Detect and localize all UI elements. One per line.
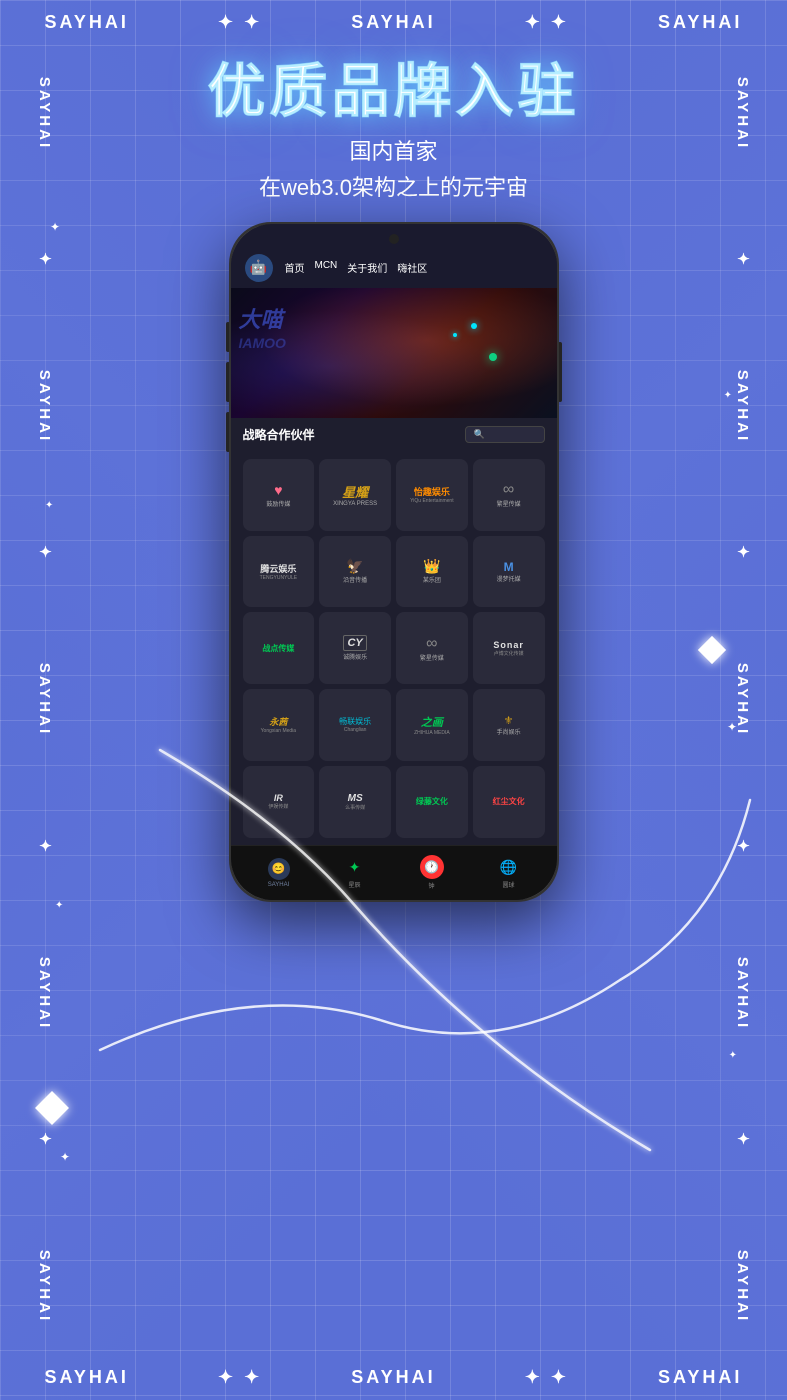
brand-card-16[interactable]: IR 伊娱传媒: [243, 766, 315, 838]
brand-card-13[interactable]: 畅联娱乐 Changlian: [319, 689, 391, 761]
sayhai-label-top-2: SAYHAI: [351, 12, 435, 33]
brand-card-14[interactable]: 之画 ZHIHUA MEDIA: [396, 689, 468, 761]
star-right-4: ✦: [733, 1132, 751, 1148]
phone-screen-content: 🤖 首页 MCN 关于我们 嗨社区 大喵: [231, 224, 557, 845]
bottom-nav-star-label: 星辰: [348, 880, 360, 889]
partner-section: 战略合作伙伴 🔍: [231, 418, 557, 459]
star-deco-1: ✦ ✦: [218, 12, 262, 33]
bottom-nav-star-icon: ✦: [344, 856, 366, 878]
partner-header: 战略合作伙伴 🔍: [243, 426, 545, 443]
phone-bottom-nav: 😊 SAYHAI ✦ 星辰 🕐 钟: [231, 845, 557, 900]
deco-star-2: ✦: [724, 390, 732, 401]
brand-card-12[interactable]: 永茜 Yongxian Media: [243, 689, 315, 761]
sayhai-right-2: SAYHAI: [734, 370, 751, 443]
star-left-3: ✦: [36, 839, 54, 855]
page-title: 优质品牌入驻: [207, 60, 579, 124]
deco-star-1: ✦: [50, 220, 60, 234]
sayhai-left-1: SAYHAI: [36, 76, 53, 149]
nav-logo: 🤖: [245, 254, 273, 282]
brand-card-6[interactable]: 🦅 沿音传播: [319, 536, 391, 608]
nav-about[interactable]: 关于我们: [347, 260, 387, 275]
brand-card-sonar[interactable]: Sonar 卢博文化传媒: [473, 612, 545, 684]
phone-hero-image: 大喵 IAMOO: [231, 288, 557, 418]
sayhai-top-strip: SAYHAI ✦ ✦ SAYHAI ✦ ✦ SAYHAI: [0, 0, 787, 45]
brand-card-2[interactable]: 星耀 XINGYA PRESS: [319, 459, 391, 531]
sayhai-bottom-strip: SAYHAI ✦ ✦ SAYHAI ✦ ✦ SAYHAI: [0, 1355, 787, 1400]
nav-links: 首页 MCN 关于我们 嗨社区: [285, 260, 428, 275]
deco-star-4: ✦: [727, 720, 737, 734]
brand-card-15[interactable]: ⚜ 手尚娱乐: [473, 689, 545, 761]
partner-title: 战略合作伙伴: [243, 426, 315, 443]
brand-grid: ♥ 鼓励传媒 星耀 XINGYA PRESS: [231, 459, 557, 845]
deco-star-5: ✦: [55, 900, 63, 911]
bottom-nav-sayhai-label: SAYHAI: [268, 882, 290, 888]
sayhai-left-4: SAYHAI: [36, 957, 53, 1030]
star-right-1: ✦: [733, 252, 751, 268]
hero-text: 大喵 IAMOO: [239, 308, 286, 350]
bottom-nav-sayhai-icon: 😊: [268, 858, 290, 880]
brand-card-1[interactable]: ♥ 鼓励传媒: [243, 459, 315, 531]
bottom-nav-globe-label: 圆球: [502, 880, 514, 889]
bottom-nav-clock-label: 钟: [428, 881, 434, 890]
subtitle2: 在web3.0架构之上的元宇宙: [259, 170, 528, 202]
star-right-2: ✦: [733, 545, 751, 561]
sayhai-right-5: SAYHAI: [734, 1250, 751, 1323]
bottom-nav-sayhai[interactable]: 😊 SAYHAI: [268, 858, 290, 888]
star-left-2: ✦: [36, 545, 54, 561]
sayhai-left-2: SAYHAI: [36, 370, 53, 443]
deco-star-7: ✦: [60, 1150, 70, 1164]
bottom-nav-clock[interactable]: 🕐 钟: [420, 855, 444, 890]
sayhai-left-strip: SAYHAI ✦ SAYHAI ✦ SAYHAI ✦ SAYHAI ✦ SAYH…: [8, 0, 81, 1400]
bottom-nav-globe[interactable]: 🌐 圆球: [498, 856, 520, 889]
brand-card-4[interactable]: ∞ 繁星传媒: [473, 459, 545, 531]
brand-card-11[interactable]: ∞ 繁星传媒: [396, 612, 468, 684]
deco-star-6: ✦: [729, 1050, 737, 1061]
phone-outer-frame: 🤖 首页 MCN 关于我们 嗨社区 大喵: [229, 222, 559, 902]
star-deco-2: ✦ ✦: [525, 12, 569, 33]
sayhai-left-3: SAYHAI: [36, 663, 53, 736]
sayhai-label-bot-2: SAYHAI: [351, 1367, 435, 1388]
partner-search[interactable]: 🔍: [465, 426, 545, 443]
bottom-nav-globe-icon: 🌐: [498, 856, 520, 878]
brand-card-3[interactable]: 怡趣娱乐 YiQu Entertainment: [396, 459, 468, 531]
nav-home[interactable]: 首页: [285, 260, 305, 275]
phone-mockup: 🤖 首页 MCN 关于我们 嗨社区 大喵: [229, 222, 559, 902]
bottom-nav-clock-icon: 🕐: [420, 855, 444, 879]
sayhai-right-1: SAYHAI: [734, 76, 751, 149]
nav-community[interactable]: 嗨社区: [397, 260, 427, 275]
star-left-4: ✦: [36, 1132, 54, 1148]
main-content: 优质品牌入驻 国内首家 在web3.0架构之上的元宇宙 🤖: [0, 0, 787, 1400]
phone-camera: [389, 234, 399, 244]
star-right-3: ✦: [733, 839, 751, 855]
bottom-nav-star[interactable]: ✦ 星辰: [344, 856, 366, 889]
nav-mcn[interactable]: MCN: [315, 260, 338, 275]
sayhai-right-strip: SAYHAI ✦ SAYHAI ✦ SAYHAI ✦ SAYHAI ✦ SAYH…: [706, 0, 779, 1400]
brand-card-10[interactable]: CY 诚腾娱乐: [319, 612, 391, 684]
brand-card-5[interactable]: 腾云娱乐 TENGYUNYULE: [243, 536, 315, 608]
brand-card-18[interactable]: 绿藤文化: [396, 766, 468, 838]
brand-card-7[interactable]: 👑 某乐团: [396, 536, 468, 608]
sayhai-left-5: SAYHAI: [36, 1250, 53, 1323]
brand-card-17[interactable]: MS 么事传媒: [319, 766, 391, 838]
search-icon: 🔍: [474, 429, 485, 440]
brand-card-19[interactable]: 红尘文化: [473, 766, 545, 838]
star-deco-bot-1: ✦ ✦: [218, 1367, 262, 1388]
nav-logo-icon: 🤖: [250, 259, 267, 276]
subtitle1: 国内首家: [349, 134, 437, 166]
phone-screen: 🤖 首页 MCN 关于我们 嗨社区 大喵: [231, 224, 557, 900]
brand-card-9[interactable]: 战点传媒: [243, 612, 315, 684]
star-left-1: ✦: [36, 252, 54, 268]
brand-card-8[interactable]: M 漫梦托媒: [473, 536, 545, 608]
sayhai-right-4: SAYHAI: [734, 957, 751, 1030]
deco-star-3: ✦: [45, 500, 53, 511]
star-deco-bot-2: ✦ ✦: [525, 1367, 569, 1388]
